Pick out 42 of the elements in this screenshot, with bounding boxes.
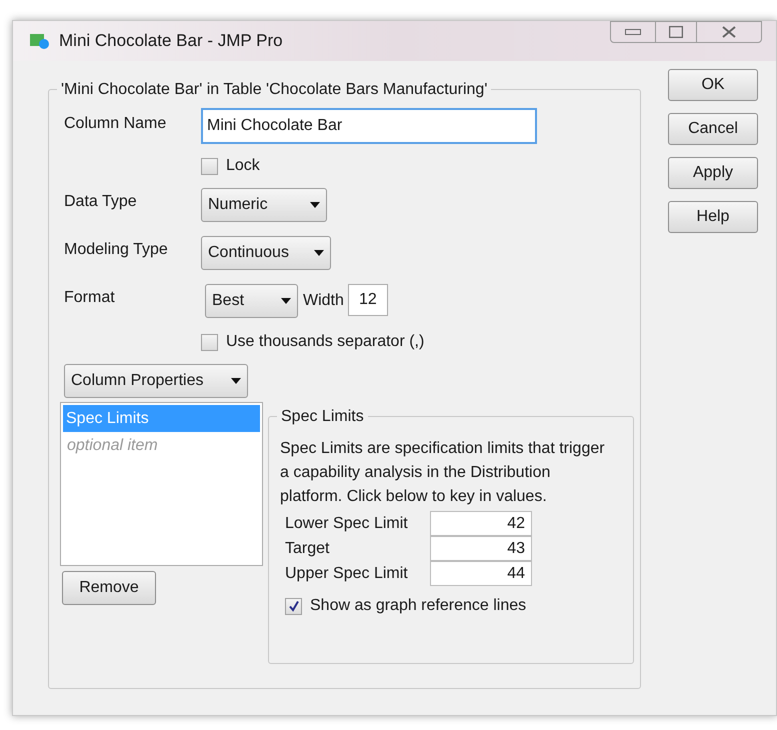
input-field[interactable]: 43 [430, 536, 532, 561]
field-label: Width [303, 291, 344, 311]
button[interactable]: Help [668, 201, 758, 233]
field-label: Format [64, 288, 116, 308]
checkmark-icon [288, 600, 300, 612]
close-button[interactable] [696, 21, 762, 43]
caret-icon [310, 202, 320, 208]
minimize-button[interactable] [610, 21, 656, 43]
button[interactable]: Cancel [668, 113, 758, 145]
checkbox-label: Use thousands separator (,) [226, 332, 424, 352]
dropdown[interactable]: Numeric [201, 188, 327, 222]
checkbox[interactable] [201, 334, 218, 350]
field-label: Modeling Type [64, 240, 169, 260]
field-label: Lower Spec Limit [285, 514, 409, 534]
dropdown[interactable]: Best [205, 284, 298, 318]
checkbox-label: Show as graph reference lines [310, 596, 526, 616]
button[interactable]: OK [668, 69, 758, 101]
maximize-icon [669, 26, 683, 38]
caret-icon [231, 378, 241, 384]
checkbox-label: Lock [226, 156, 260, 176]
dropdown[interactable]: Continuous [201, 236, 331, 270]
window-title: Mini Chocolate Bar - JMP Pro [59, 30, 283, 52]
checkbox[interactable] [285, 598, 302, 614]
description-text: Spec Limits are specification limits that trigger a capability analysis in the Distribution platform. Click below to key in values. [280, 439, 606, 507]
field-label: Column Name [64, 114, 168, 134]
caret-icon [314, 250, 324, 256]
dropdown[interactable]: Column Properties [64, 364, 248, 398]
input-field[interactable]: 42 [430, 511, 532, 536]
field-label: Data Type [64, 192, 138, 212]
caret-icon [281, 298, 291, 304]
input-field[interactable]: 44 [430, 561, 532, 586]
input-field[interactable]: 12 [348, 284, 388, 316]
button[interactable]: Remove [62, 571, 156, 605]
field-label: Upper Spec Limit [285, 564, 409, 584]
close-icon [722, 26, 736, 38]
minimize-icon [625, 29, 641, 35]
button[interactable]: Apply [668, 157, 758, 189]
maximize-button[interactable] [656, 21, 696, 43]
field-label: Target [285, 538, 330, 558]
checkbox[interactable] [201, 158, 218, 174]
input-field[interactable]: Mini Chocolate Bar [201, 108, 537, 144]
app-icon [29, 31, 51, 51]
